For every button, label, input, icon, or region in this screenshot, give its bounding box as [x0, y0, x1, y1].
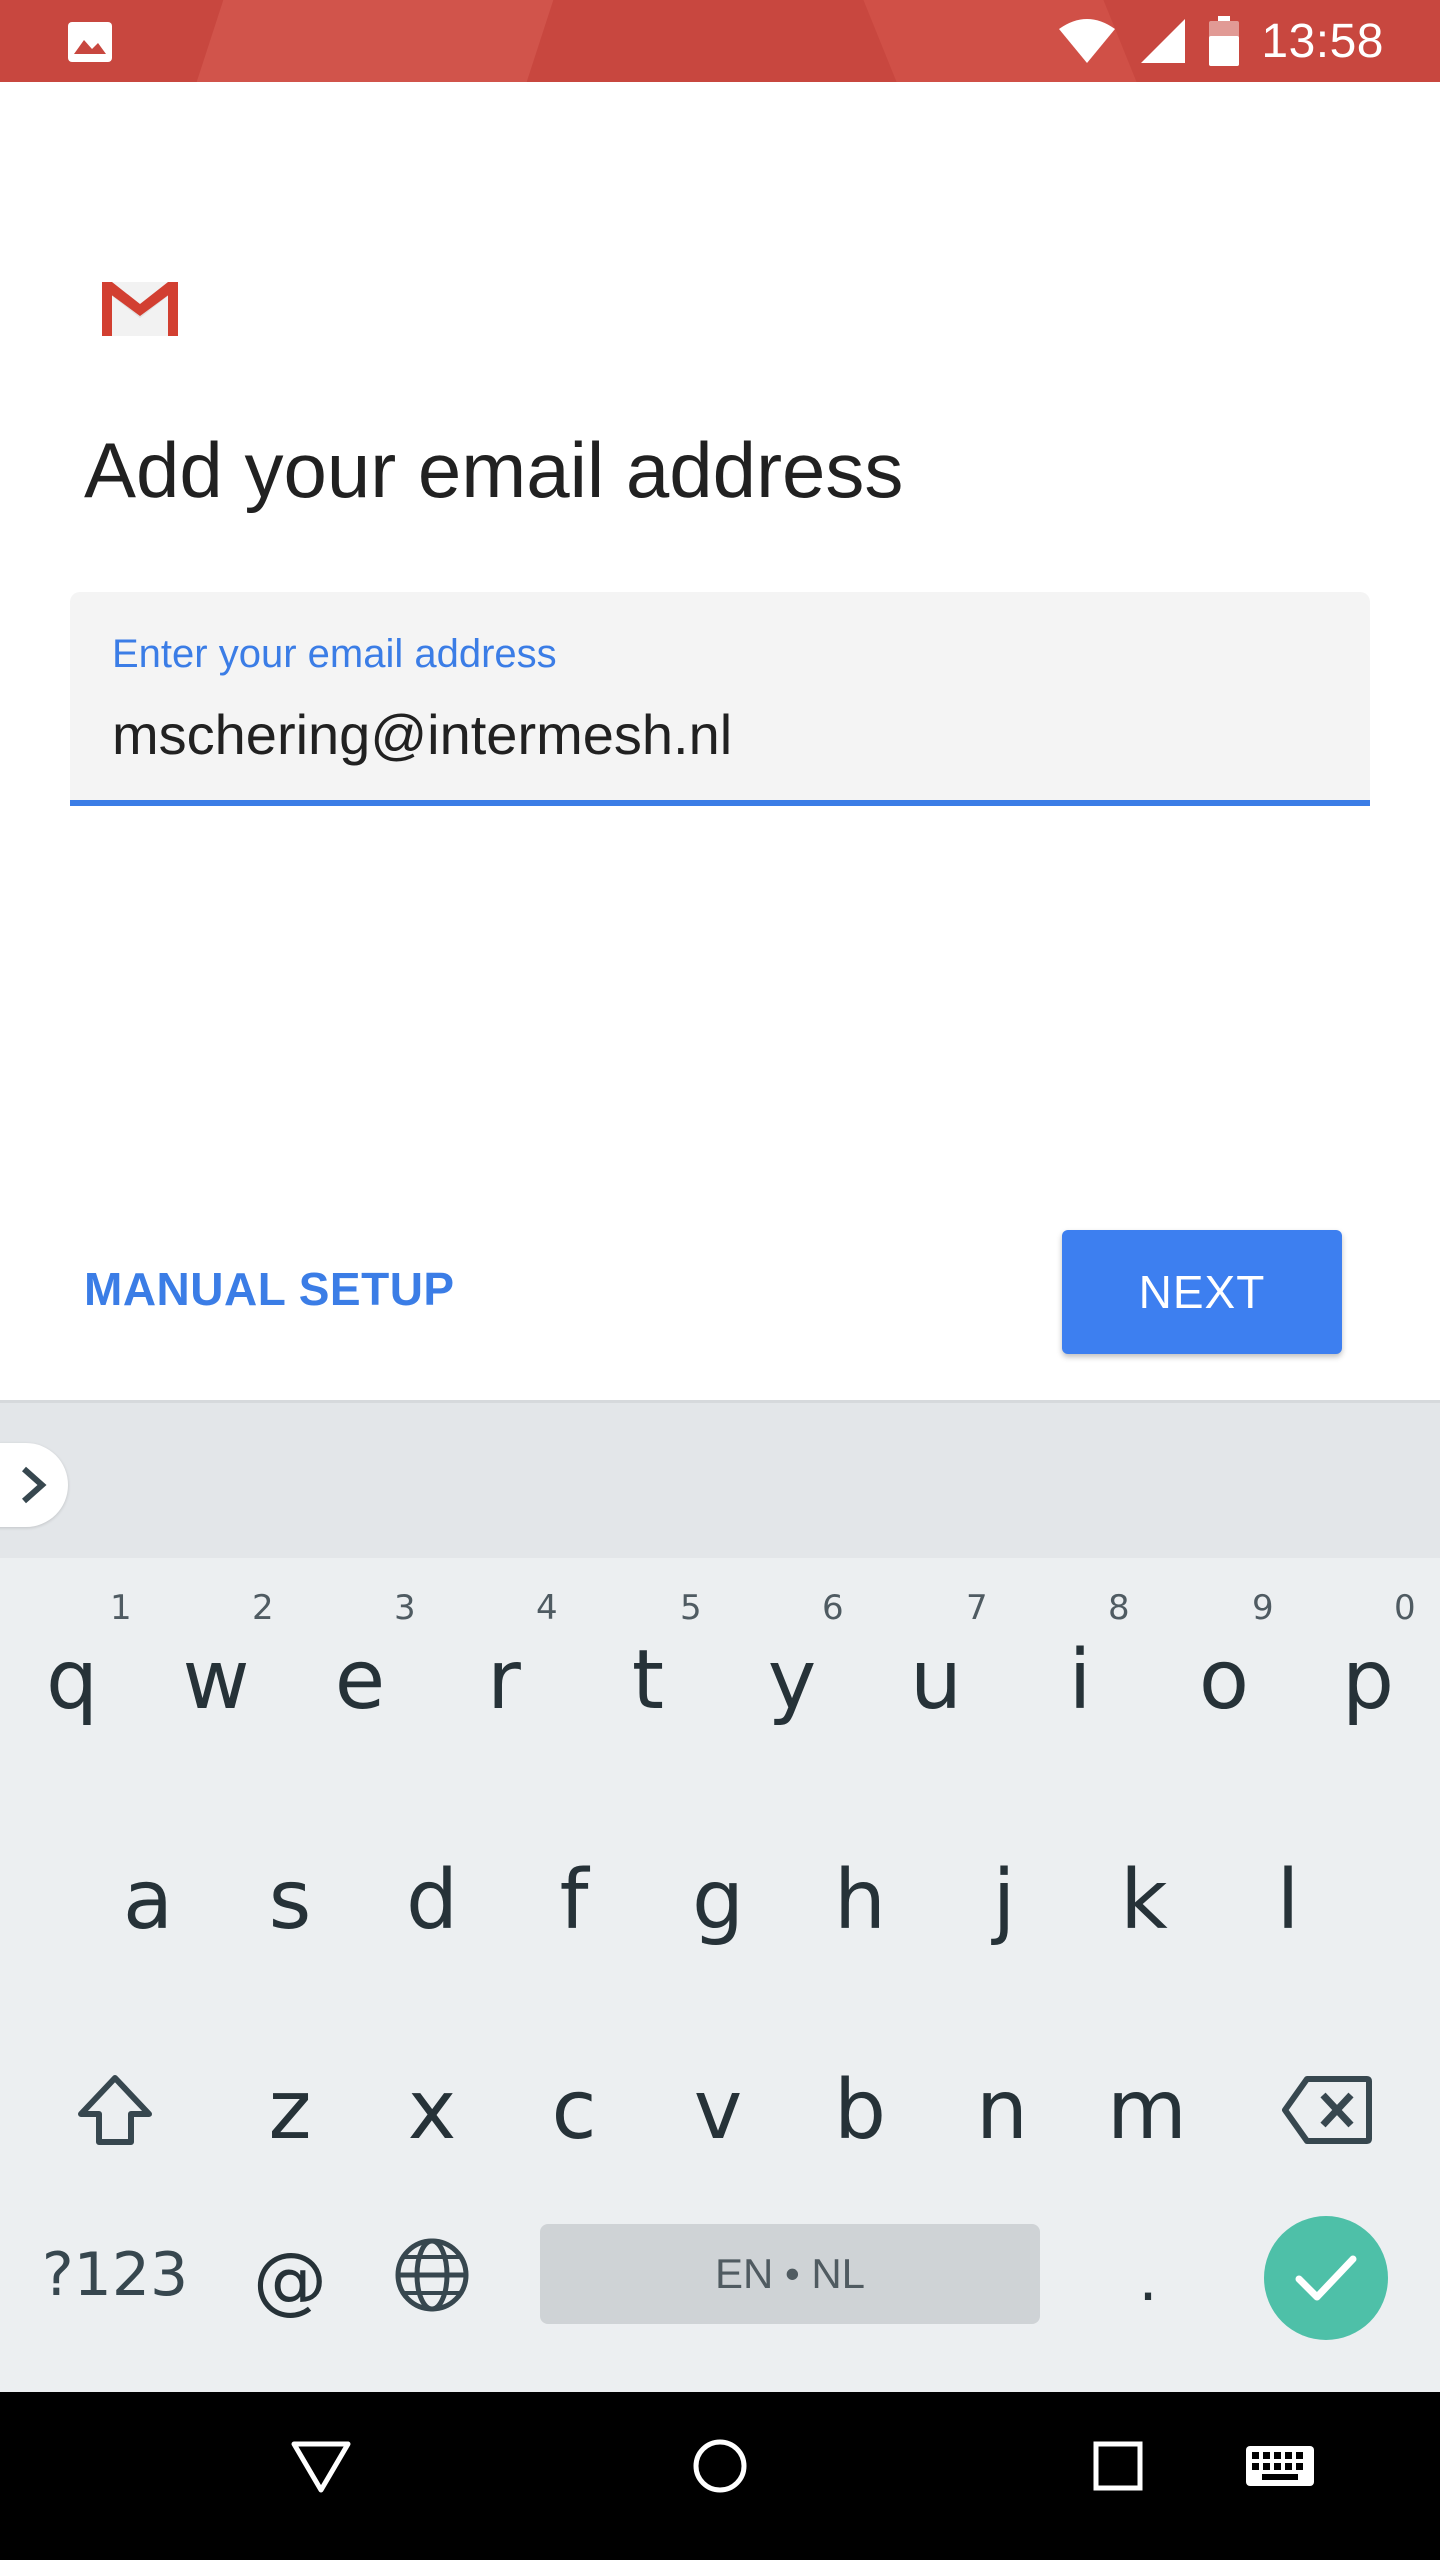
key-letter: e — [334, 1632, 386, 1728]
key-letter: t — [631, 1632, 665, 1728]
key-number-hint: 9 — [1252, 1588, 1274, 1628]
key-letter: k — [1120, 1852, 1168, 1948]
status-bar: 13:58 — [0, 0, 1440, 82]
key-number-hint: 6 — [822, 1588, 844, 1628]
recents-icon[interactable] — [1092, 2436, 1146, 2496]
key-b[interactable]: b — [788, 2010, 932, 2210]
navigation-bar — [0, 2392, 1440, 2560]
key-number-hint: 0 — [1394, 1588, 1416, 1628]
space-key[interactable]: EN • NL — [540, 2224, 1040, 2324]
globe-icon — [395, 2238, 469, 2312]
key-letter: g — [691, 1852, 745, 1948]
key-l[interactable]: l — [1216, 1800, 1360, 2000]
key-o[interactable]: o 9 — [1152, 1580, 1296, 1780]
key-q[interactable]: q 1 — [0, 1580, 144, 1780]
key-number-hint: 2 — [252, 1588, 274, 1628]
key-k[interactable]: k — [1072, 1800, 1216, 2000]
key-letter: . — [1138, 2245, 1158, 2315]
key-letter: c — [551, 2062, 597, 2158]
key-t[interactable]: t 5 — [576, 1580, 720, 1780]
key-letter: l — [1276, 1852, 1300, 1948]
wifi-icon — [1059, 19, 1116, 63]
key-z[interactable]: z — [218, 2010, 362, 2210]
key-letter: r — [487, 1632, 521, 1728]
key-a[interactable]: a — [76, 1800, 220, 2000]
back-icon[interactable] — [290, 2436, 352, 2498]
status-icons: 13:58 — [1057, 0, 1384, 82]
backspace-icon — [1282, 2076, 1372, 2144]
key-u[interactable]: u 7 — [864, 1580, 1008, 1780]
key-y[interactable]: y 6 — [720, 1580, 864, 1780]
soft-keyboard: q 1 w 2 e 3 r 4 t 5 y 6 u 7 i 8 o 9 p 0 … — [0, 1400, 1440, 2392]
key-s[interactable]: s — [218, 1800, 362, 2000]
at-key[interactable]: @ — [218, 2220, 362, 2340]
key-e[interactable]: e 3 — [288, 1580, 432, 1780]
key-number-hint: 5 — [680, 1588, 702, 1628]
symbols-key[interactable]: ?123 — [30, 2220, 200, 2330]
key-number-hint: 7 — [966, 1588, 988, 1628]
key-letter: w — [182, 1632, 250, 1728]
key-r[interactable]: r 4 — [432, 1580, 576, 1780]
key-letter: o — [1198, 1632, 1250, 1728]
status-time: 13:58 — [1261, 14, 1384, 68]
key-number-hint: 1 — [110, 1588, 132, 1628]
key-g[interactable]: g — [646, 1800, 790, 2000]
signal-icon — [1141, 19, 1186, 63]
key-x[interactable]: x — [360, 2010, 504, 2210]
key-letter: i — [1068, 1632, 1092, 1728]
key-d[interactable]: d — [360, 1800, 504, 2000]
shift-key[interactable] — [40, 2010, 190, 2210]
key-p[interactable]: p 0 — [1296, 1580, 1440, 1780]
key-letter: n — [976, 2062, 1028, 2158]
status-bar-facet — [196, 0, 554, 82]
key-n[interactable]: n — [930, 2010, 1074, 2210]
page-title: Add your email address — [84, 426, 904, 514]
key-letter: b — [833, 2062, 887, 2158]
email-input[interactable]: mschering@intermesh.nl — [112, 702, 732, 767]
key-number-hint: 3 — [394, 1588, 416, 1628]
key-f[interactable]: f — [502, 1800, 646, 2000]
keyboard-expand-button[interactable] — [0, 1443, 68, 1527]
backspace-key[interactable] — [1252, 2010, 1402, 2210]
key-letter: z — [268, 2062, 312, 2158]
next-button[interactable]: NEXT — [1062, 1230, 1342, 1354]
key-letter: x — [407, 2062, 457, 2158]
key-i[interactable]: i 8 — [1008, 1580, 1152, 1780]
key-letter: s — [268, 1852, 312, 1948]
image-notification-icon — [68, 22, 112, 62]
key-letter: d — [405, 1852, 459, 1948]
key-letter: p — [1341, 1632, 1395, 1728]
key-number-hint: 8 — [1108, 1588, 1130, 1628]
key-number-hint: 4 — [536, 1588, 558, 1628]
key-letter: f — [559, 1852, 589, 1948]
key-m[interactable]: m — [1072, 2010, 1222, 2210]
gmail-logo — [102, 282, 178, 336]
key-j[interactable]: j — [932, 1800, 1076, 2000]
key-letter: y — [767, 1632, 817, 1728]
chevron-right-icon — [22, 1466, 47, 1504]
period-key[interactable]: . — [1076, 2220, 1220, 2340]
key-letter: v — [693, 2062, 743, 2158]
key-v[interactable]: v — [646, 2010, 790, 2210]
key-w[interactable]: w 2 — [144, 1580, 288, 1780]
shift-icon — [78, 2075, 152, 2145]
key-letter: m — [1107, 2062, 1187, 2158]
key-letter: j — [992, 1852, 1016, 1948]
key-h[interactable]: h — [788, 1800, 932, 2000]
battery-icon — [1209, 16, 1240, 66]
manual-setup-button[interactable]: MANUAL SETUP — [84, 1262, 455, 1316]
suggestion-strip — [0, 1400, 1440, 1558]
checkmark-icon — [1295, 2255, 1357, 2301]
email-field[interactable]: Enter your email address mschering@inter… — [70, 592, 1370, 806]
key-letter: a — [122, 1852, 174, 1948]
keyboard-icon[interactable] — [1244, 2436, 1316, 2496]
home-icon[interactable] — [690, 2436, 750, 2496]
key-letter: q — [45, 1632, 99, 1728]
enter-key[interactable] — [1264, 2216, 1388, 2340]
language-key[interactable] — [360, 2220, 504, 2330]
key-letter: u — [910, 1632, 962, 1728]
email-field-label: Enter your email address — [112, 632, 557, 676]
key-c[interactable]: c — [502, 2010, 646, 2210]
key-letter: h — [834, 1852, 886, 1948]
